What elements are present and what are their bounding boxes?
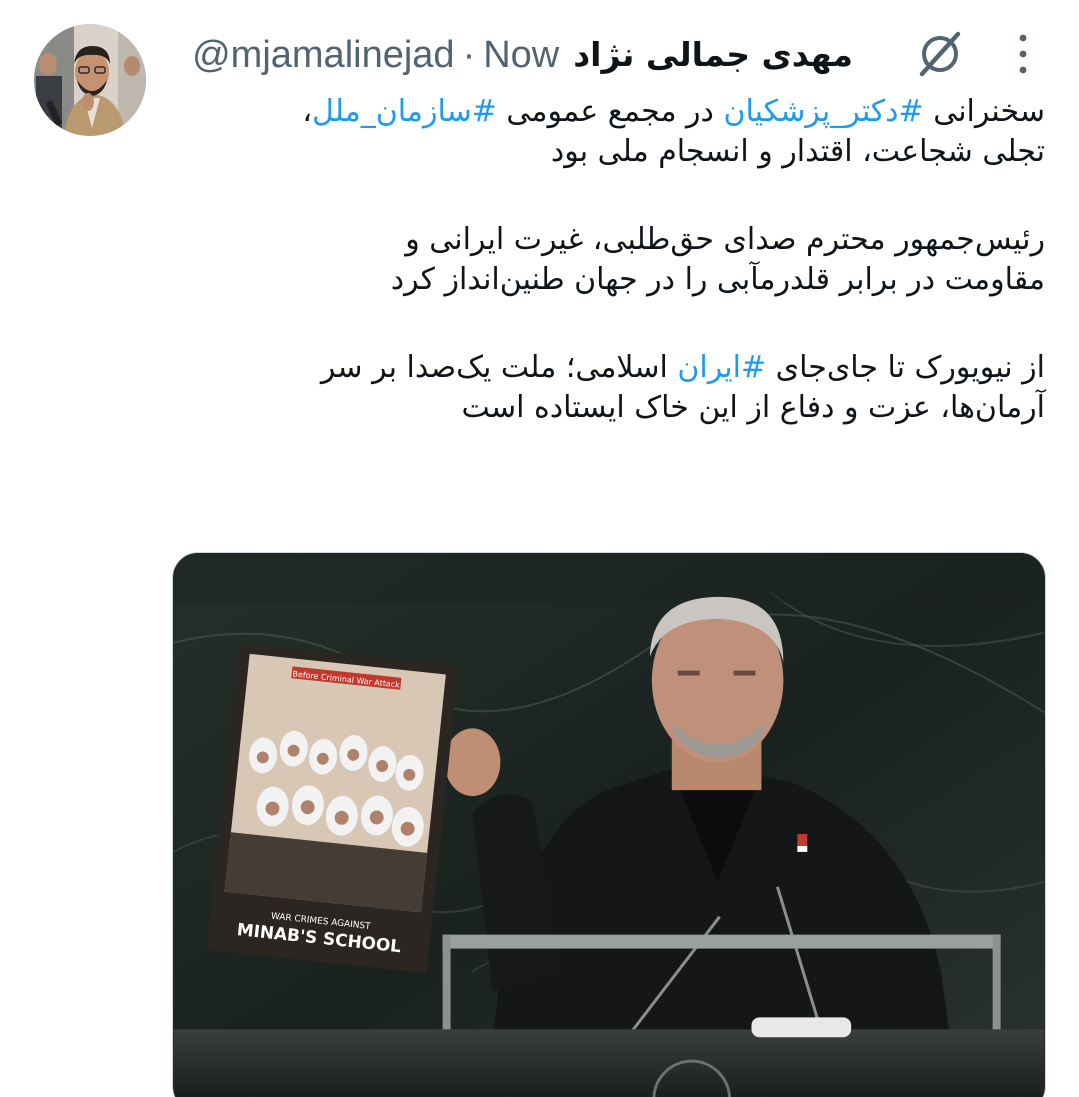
meta-separator: · <box>462 34 476 76</box>
tweet-timestamp[interactable]: Now <box>483 30 559 80</box>
text-segment: در مجمع عمومی <box>496 94 724 129</box>
tweet-header: @mjamalinejad · Now مهدی جمالی نژاد <box>0 18 1079 136</box>
author-line: @mjamalinejad · Now مهدی جمالی نژاد <box>192 30 853 80</box>
text-line: مقاومت در برابر قلدرمآبی را در جهان طنین… <box>390 262 1045 297</box>
photo-content: Before Criminal War Attack WAR CRIMES AG… <box>173 553 1045 1097</box>
text-line: سخنرانی #دکتر_پزشکیان در مجمع عمومی #ساز… <box>165 92 1045 132</box>
tweet-media-photo[interactable]: Before Criminal War Attack WAR CRIMES AG… <box>172 552 1046 1097</box>
author-handle[interactable]: @mjamalinejad <box>192 30 454 80</box>
tweet-text: سخنرانی #دکتر_پزشکیان در مجمع عمومی #ساز… <box>165 92 1045 428</box>
hashtag-link[interactable]: #دکتر_پزشکیان <box>723 94 923 129</box>
grok-icon[interactable] <box>914 28 966 80</box>
text-line: رئیس‌جمهور محترم صدای حق‌طلبی، غیرت ایرا… <box>405 222 1045 257</box>
hashtag-link[interactable]: #سازمان_ملل <box>312 94 497 129</box>
tweet-card[interactable]: @mjamalinejad · Now مهدی جمالی نژاد سخنر… <box>0 0 1079 1097</box>
more-vertical-icon[interactable] <box>1010 32 1036 76</box>
text-segment: از نیویورک تا جای‌جای <box>766 350 1045 385</box>
text-segment: سخنرانی <box>923 94 1045 129</box>
author-display-name[interactable]: مهدی جمالی نژاد <box>573 30 853 80</box>
text-segment: ، <box>302 94 312 129</box>
text-line: تجلی شجاعت، اقتدار و انسجام ملی بود <box>550 134 1045 169</box>
text-line: از نیویورک تا جای‌جای #ایران اسلامی؛ ملت… <box>165 348 1045 388</box>
avatar[interactable] <box>34 24 146 136</box>
text-line: آرمان‌ها، عزت و دفاع از این خاک ایستاده … <box>461 390 1045 425</box>
avatar-image <box>34 24 146 136</box>
hashtag-link[interactable]: #ایران <box>677 350 766 385</box>
text-segment: اسلامی؛ ملت یک‌صدا بر سر <box>320 350 678 385</box>
